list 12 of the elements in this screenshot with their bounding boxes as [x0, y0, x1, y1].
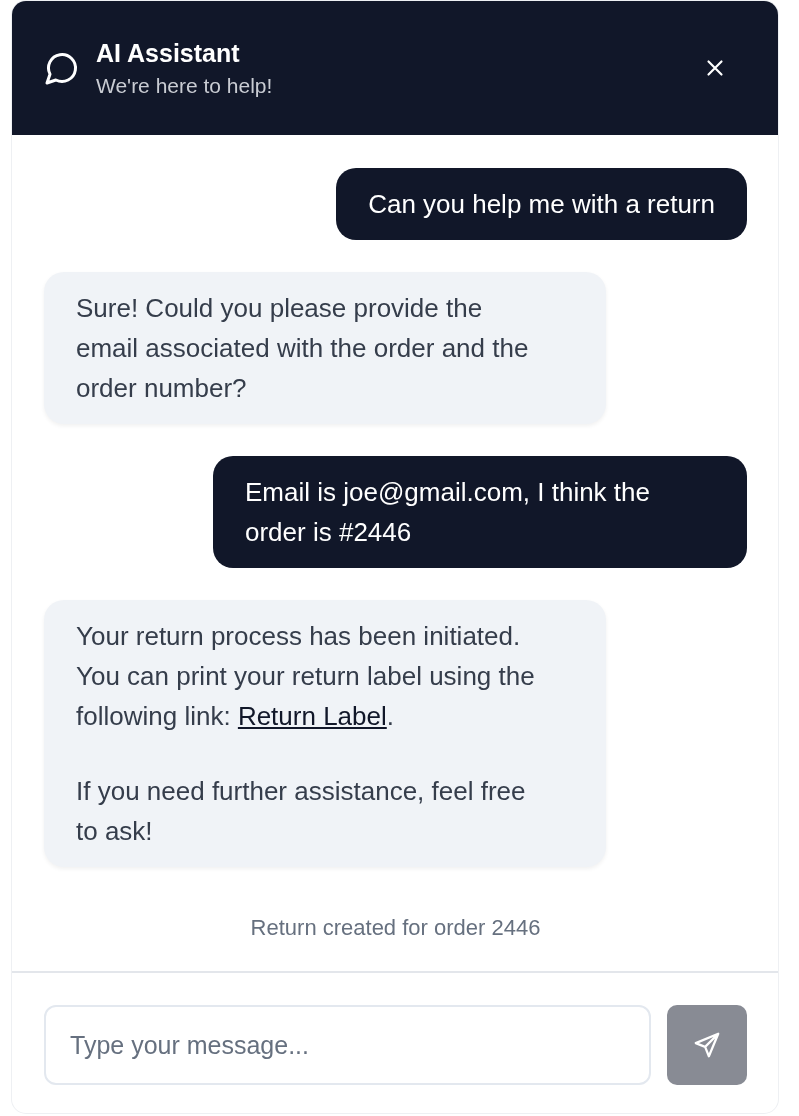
message-text: If you need further assistance, feel free to ask! — [76, 775, 527, 848]
message-text: Email is joe@gmail.com, I think the order is #2446 — [245, 476, 651, 549]
return-label-link[interactable]: Return Label — [237, 701, 387, 731]
chat-title: AI Assistant — [96, 38, 241, 68]
message-input[interactable]: Type your message... — [44, 1005, 651, 1085]
send-icon — [692, 1030, 722, 1060]
message-text: Your return process has been initiated. You can print your return label using the following link: Return Label. — [76, 620, 536, 733]
chat-bubble-icon — [44, 50, 80, 86]
chat-subtitle: We're here to help! — [96, 73, 274, 98]
message-text: Can you help me with a return — [368, 188, 715, 221]
status-note: Return created for order 2446 — [249, 915, 542, 942]
message-text: Sure! Could you please provide the email associated with the order and the order number? — [76, 292, 530, 405]
